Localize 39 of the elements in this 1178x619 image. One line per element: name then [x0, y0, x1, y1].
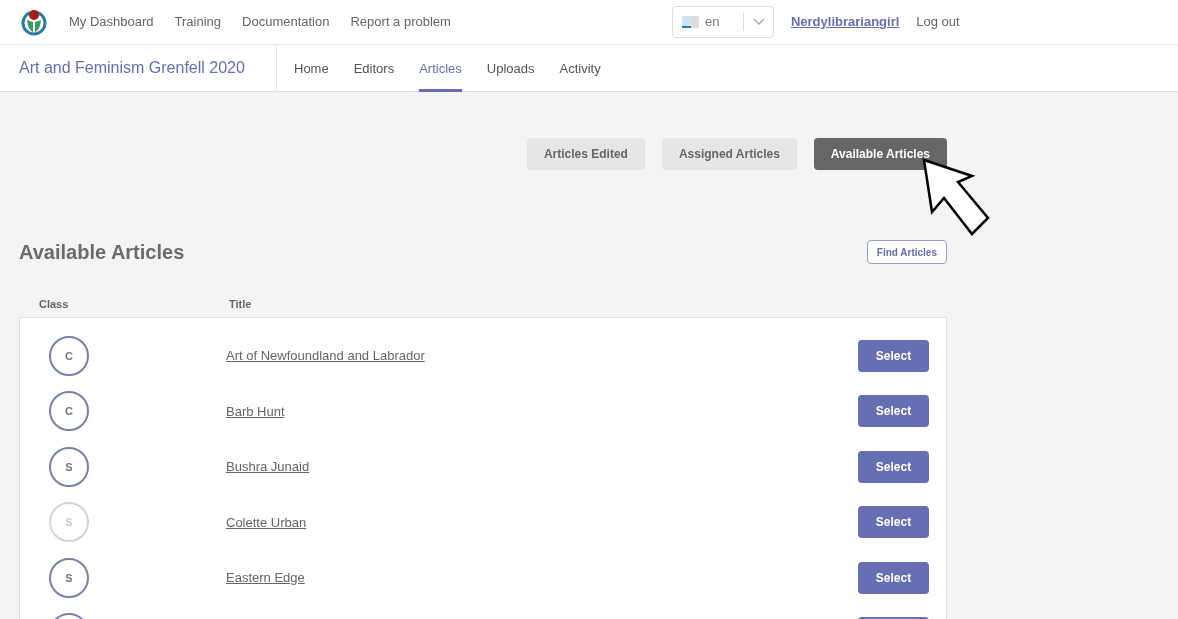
course-tab[interactable]: Activity	[559, 45, 601, 92]
nav-link[interactable]: Documentation	[242, 12, 330, 32]
article-title-link[interactable]: Colette Urban	[226, 512, 307, 532]
logo-icon[interactable]	[20, 8, 48, 36]
username-link[interactable]: Nerdylibrariangirl	[790, 12, 900, 32]
language-value: en	[704, 13, 721, 32]
course-title: Art and Feminism Grenfell 2020	[19, 58, 245, 78]
article-title-link[interactable]: Bushra Junaid	[226, 457, 310, 477]
course-tab[interactable]: Home	[294, 45, 329, 92]
language-select[interactable]: en	[671, 6, 774, 38]
article-title-link[interactable]: Barb Hunt	[226, 401, 285, 421]
column-header: Title	[229, 296, 252, 312]
select-button[interactable]: Select	[858, 450, 929, 483]
course-tab[interactable]: Uploads	[486, 45, 535, 92]
view-button[interactable]: Articles Edited	[526, 138, 645, 170]
select-button[interactable]: Select	[858, 339, 929, 372]
translate-icon	[681, 16, 699, 28]
section-heading: Available Articles	[19, 240, 185, 265]
article-title-link[interactable]: Eastern Edge	[226, 568, 305, 588]
find-articles-button[interactable]: Find Articles	[866, 240, 947, 264]
select-button[interactable]: Select	[858, 395, 929, 428]
view-button[interactable]: Available Articles	[813, 138, 947, 170]
chevron-down-icon	[752, 18, 765, 26]
article-title-link[interactable]: Art of Newfoundland and Labrador	[226, 346, 425, 366]
course-tab[interactable]: Editors	[353, 45, 395, 92]
view-button[interactable]: Assigned Articles	[661, 138, 797, 170]
nav-link[interactable]: Report a problem	[350, 12, 451, 32]
column-header: Class	[39, 296, 70, 312]
class-badge: C	[49, 391, 89, 432]
nav-link[interactable]: Training	[174, 12, 222, 32]
class-badge: S	[49, 557, 89, 598]
class-badge: S	[49, 446, 89, 487]
select-button[interactable]: Select	[858, 506, 929, 539]
select-button[interactable]: Select	[858, 561, 929, 594]
course-tab[interactable]: Articles	[419, 45, 462, 92]
logout-link[interactable]: Log out	[916, 12, 960, 32]
nav-link[interactable]: My Dashboard	[69, 12, 154, 32]
class-badge: C	[49, 335, 89, 376]
pointer-arrow-icon	[920, 158, 992, 238]
